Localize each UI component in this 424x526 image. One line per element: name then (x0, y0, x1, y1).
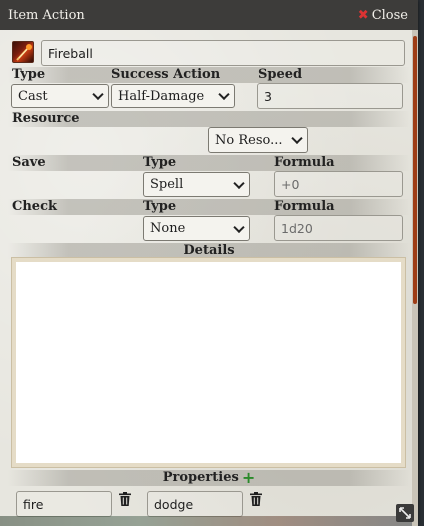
type-label: Type (12, 67, 46, 82)
details-textarea[interactable] (11, 257, 406, 468)
check-formula-label: Formula (274, 199, 335, 214)
check-type-label: Type (143, 199, 177, 214)
chevron-down-icon (218, 88, 230, 101)
type-select[interactable]: Cast (11, 84, 109, 108)
background-strip (0, 516, 418, 526)
add-property-icon[interactable]: + (242, 468, 255, 487)
trash-icon[interactable] (250, 492, 262, 506)
scrollbar-thumb[interactable] (413, 36, 417, 304)
resource-select-value: No Reso... (215, 132, 283, 148)
close-icon: ✖ (357, 7, 369, 23)
item-name-value: Fireball (48, 45, 93, 61)
item-name-field[interactable]: Fireball (41, 40, 405, 66)
save-formula-value: +0 (281, 176, 300, 192)
save-label: Save (12, 155, 46, 170)
chevron-down-icon (92, 88, 104, 101)
save-header-band (8, 155, 410, 171)
save-type-select-value: Spell (150, 177, 184, 192)
resource-select[interactable]: No Reso... (208, 127, 308, 153)
speed-field[interactable]: 3 (257, 83, 403, 109)
check-type-select-value: None (150, 221, 186, 236)
property-field[interactable]: fire (16, 491, 112, 517)
properties-header: Properties + (0, 468, 418, 487)
chevron-down-icon (291, 132, 303, 145)
resize-arrows-icon (399, 507, 411, 519)
chevron-down-icon (233, 177, 245, 189)
success-action-select-value: Half-Damage (118, 88, 205, 104)
check-type-select[interactable]: None (143, 216, 250, 241)
success-action-select[interactable]: Half-Damage (111, 84, 235, 108)
trash-icon[interactable] (119, 492, 131, 506)
fireball-spell-icon[interactable] (12, 41, 34, 63)
item-action-dialog: Item Action ✖ Close Fireball Type Succes… (0, 0, 418, 526)
dialog-title: Item Action (8, 7, 85, 23)
properties-label: Properties (162, 470, 239, 485)
save-formula-field[interactable]: +0 (274, 171, 403, 197)
property-value: dodge (154, 496, 194, 512)
details-label: Details (183, 243, 235, 258)
close-button[interactable]: ✖ Close (358, 8, 408, 23)
save-type-select[interactable]: Spell (143, 172, 250, 197)
check-label: Check (12, 199, 57, 214)
speed-label: Speed (258, 67, 303, 82)
property-field[interactable]: dodge (147, 491, 243, 517)
check-formula-field[interactable]: 1d20 (274, 215, 403, 241)
check-header-band (8, 199, 410, 215)
success-action-label: Success Action (111, 67, 221, 82)
resource-label: Resource (12, 111, 80, 126)
type-select-value: Cast (18, 88, 48, 104)
resize-handle[interactable] (396, 504, 414, 522)
dialog-titlebar[interactable]: Item Action ✖ Close (0, 0, 418, 30)
check-formula-value: 1d20 (281, 220, 313, 236)
save-formula-label: Formula (274, 155, 335, 170)
close-label: Close (371, 7, 408, 23)
speed-value: 3 (264, 88, 272, 104)
save-type-label: Type (143, 155, 177, 170)
chevron-down-icon (233, 221, 245, 233)
property-value: fire (23, 496, 44, 512)
